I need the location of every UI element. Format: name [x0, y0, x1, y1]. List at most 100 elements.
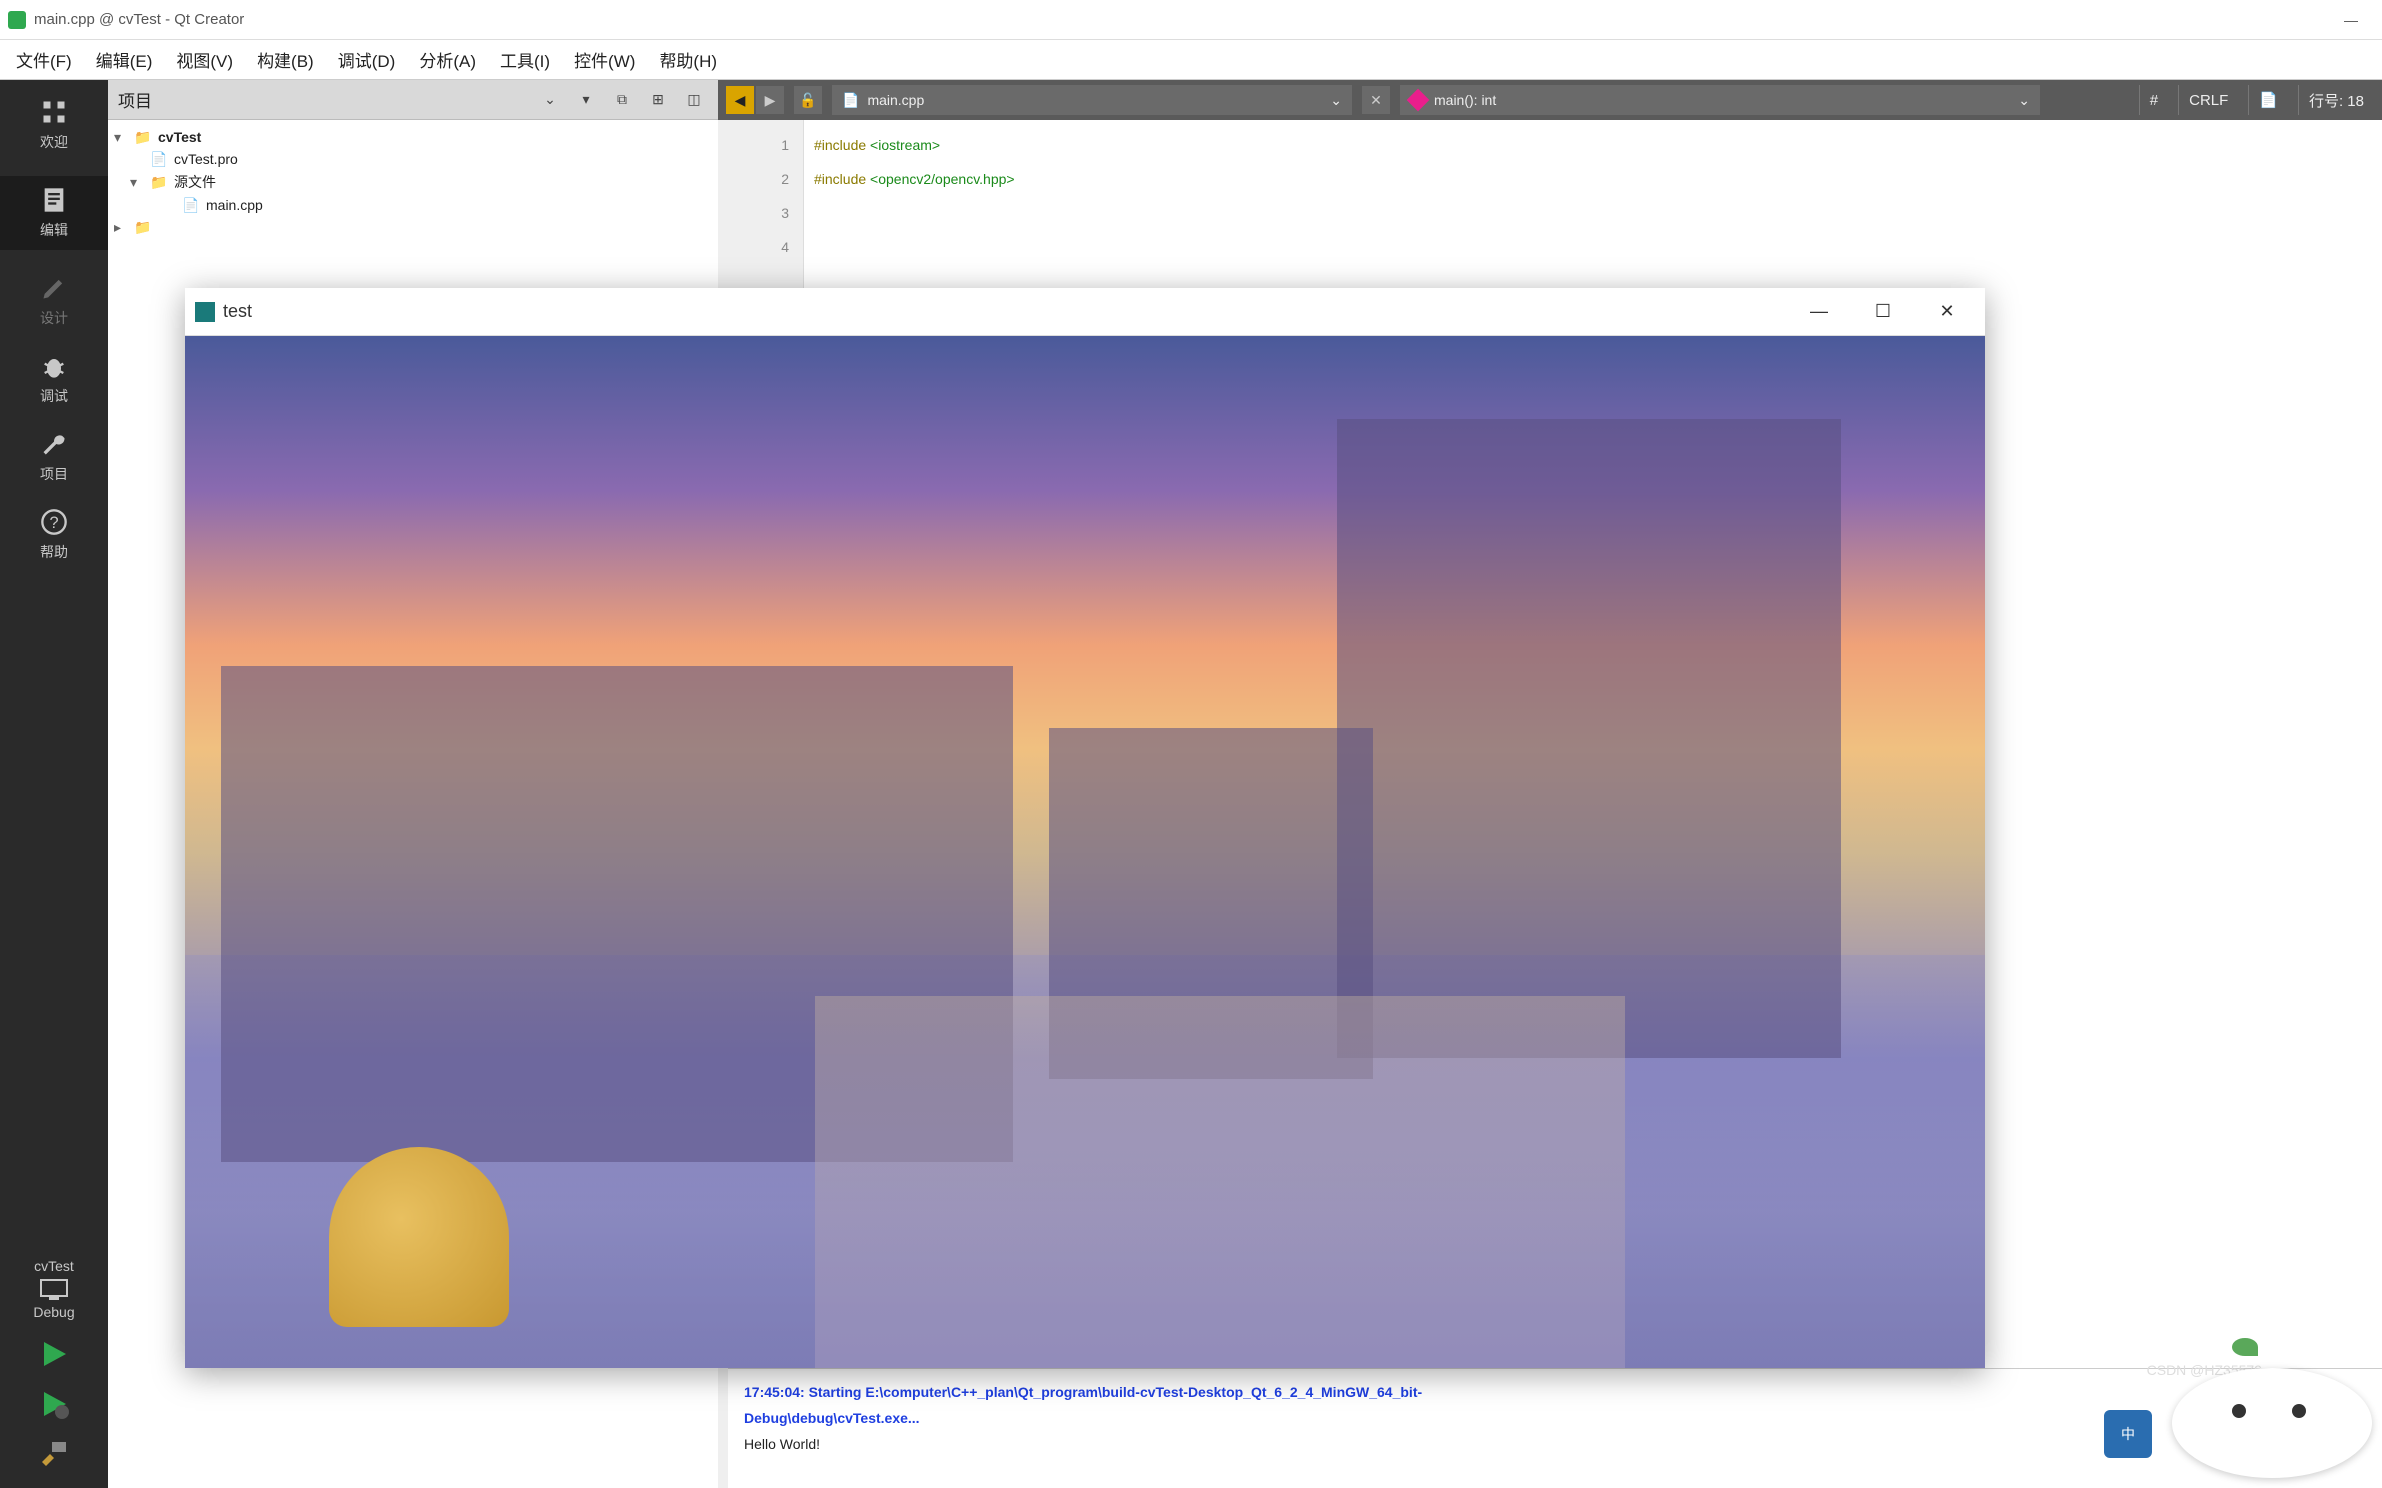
menu-debug[interactable]: 调试(D) [328, 43, 406, 76]
activity-project[interactable]: 项目 [40, 430, 68, 484]
menu-build[interactable]: 构建(B) [247, 43, 324, 76]
minimize-button[interactable]: — [1791, 294, 1847, 330]
code-include: <iostream> [870, 137, 940, 153]
bug-icon [40, 352, 68, 380]
maximize-button[interactable]: ☐ [1855, 294, 1911, 330]
menu-help[interactable]: 帮助(H) [649, 43, 727, 76]
play-icon [38, 1338, 70, 1370]
minimize-button[interactable]: — [2328, 5, 2374, 35]
file-selector[interactable]: 📄 main.cpp ⌄ [832, 85, 1352, 115]
output-line: 17:45:04: Starting E:\computer\C++_plan\… [744, 1379, 2366, 1405]
image-region [815, 996, 1625, 1368]
tree-pro-label: cvTest.pro [174, 151, 238, 167]
menu-analyze[interactable]: 分析(A) [409, 43, 486, 76]
tree-main-label: main.cpp [206, 197, 263, 213]
image-window-title: test [223, 301, 252, 322]
line-number: 3 [718, 196, 789, 230]
collapse-icon[interactable]: ▸ [114, 219, 128, 236]
editor-toolbar: ◀ ▶ 🔓 📄 main.cpp ⌄ ✕ main(): int ⌄ # CRL… [718, 80, 2382, 120]
code-keyword: #include [814, 137, 870, 153]
activity-editor[interactable]: 编辑 [0, 176, 108, 250]
expand-icon[interactable]: ▾ [130, 174, 144, 191]
leaf-icon [2232, 1338, 2258, 1356]
menu-file[interactable]: 文件(F) [6, 43, 82, 76]
chevron-down-icon: ⌄ [2018, 92, 2030, 109]
lock-icon[interactable]: 🔓 [794, 86, 822, 114]
image-region [1337, 419, 1841, 1059]
window-icon [195, 302, 215, 322]
monitor-icon [39, 1278, 69, 1300]
help-icon: ? [40, 508, 68, 536]
image-region [329, 1147, 509, 1327]
split-icon[interactable]: ◫ [680, 86, 708, 114]
cpp-file-icon: 📄 [842, 92, 859, 109]
nav-forward-button[interactable]: ▶ [756, 86, 784, 114]
code-keyword: #include [814, 171, 870, 187]
activity-welcome[interactable]: 欢迎 [40, 98, 68, 152]
mascot-eye [2292, 1404, 2306, 1418]
target-selector[interactable]: cvTest Debug [33, 1258, 74, 1320]
menu-edit[interactable]: 编辑(E) [86, 43, 163, 76]
debug-run-button[interactable] [38, 1388, 70, 1420]
project-panel-header: 项目 ⌄ ▾ ⧉ ⊞ ◫ [108, 80, 718, 120]
close-button[interactable]: ✕ [1919, 294, 1975, 330]
activity-help[interactable]: ? 帮助 [40, 508, 68, 562]
folder-icon: 📁 [150, 173, 168, 191]
activity-help-label: 帮助 [40, 542, 68, 562]
opencv-image-window: test — ☐ ✕ [185, 288, 1985, 1368]
activity-debug-label: 调试 [40, 386, 68, 406]
tree-main-cpp[interactable]: 📄 main.cpp [108, 194, 718, 216]
current-file-label: main.cpp [867, 92, 924, 108]
code-include: <opencv2/opencv.hpp> [870, 171, 1015, 187]
project-panel-title: 项目 [118, 87, 528, 112]
status-encoding[interactable]: 📄 [2248, 85, 2288, 115]
current-symbol-label: main(): int [1434, 92, 1496, 108]
menu-view[interactable]: 视图(V) [166, 43, 243, 76]
displayed-image [185, 336, 1985, 1368]
run-button[interactable] [38, 1338, 70, 1370]
titlebar: main.cpp @ cvTest - Qt Creator — [0, 0, 2382, 40]
tree-root[interactable]: ▾ 📁 cvTest [108, 126, 718, 148]
chevron-down-icon: ⌄ [1330, 92, 1342, 109]
nav-back-button[interactable]: ◀ [726, 86, 754, 114]
document-icon [40, 186, 68, 214]
build-button[interactable] [38, 1438, 70, 1470]
line-number: 1 [718, 128, 789, 162]
status-line-number[interactable]: 行号: 18 [2298, 85, 2374, 115]
mascot-overlay [2172, 1338, 2372, 1478]
close-file-button[interactable]: ✕ [1362, 86, 1390, 114]
tree-sources-label: 源文件 [174, 172, 216, 192]
pencil-icon [40, 274, 68, 302]
window-title: main.cpp @ cvTest - Qt Creator [34, 11, 244, 28]
menu-widgets[interactable]: 控件(W) [564, 43, 645, 76]
activity-design-label: 设计 [40, 308, 68, 328]
activity-debug[interactable]: 调试 [40, 352, 68, 406]
activity-project-label: 项目 [40, 464, 68, 484]
hammer-icon [38, 1438, 70, 1470]
chevron-down-icon[interactable]: ⌄ [536, 86, 564, 114]
symbol-icon [1407, 89, 1430, 112]
play-bug-icon [38, 1388, 70, 1420]
add-icon[interactable]: ⊞ [644, 86, 672, 114]
status-line-ending[interactable]: CRLF [2178, 85, 2238, 115]
symbol-selector[interactable]: main(): int ⌄ [1400, 85, 2040, 115]
wrench-icon [40, 430, 68, 458]
cpp-file-icon: 📄 [182, 196, 200, 214]
mascot-body [2172, 1368, 2372, 1478]
image-window-titlebar[interactable]: test — ☐ ✕ [185, 288, 1985, 336]
activity-bar: 欢迎 编辑 设计 调试 项目 ? 帮助 cvTest Debug [0, 80, 108, 1488]
menu-tools[interactable]: 工具(I) [490, 43, 560, 76]
tree-sources-group[interactable]: ▾ 📁 源文件 [108, 170, 718, 194]
tree-collapsed-item[interactable]: ▸ 📁 [108, 216, 718, 238]
activity-design[interactable]: 设计 [40, 274, 68, 328]
target-project: cvTest [34, 1258, 74, 1274]
status-hash[interactable]: # [2139, 85, 2168, 115]
filter-icon[interactable]: ▾ [572, 86, 600, 114]
tree-pro-file[interactable]: 📄 cvTest.pro [108, 148, 718, 170]
qt-file-icon: 📄 [150, 150, 168, 168]
link-icon[interactable]: ⧉ [608, 86, 636, 114]
target-config: Debug [33, 1304, 74, 1320]
ime-indicator[interactable]: 中 [2104, 1410, 2152, 1458]
activity-welcome-label: 欢迎 [40, 132, 68, 152]
expand-icon[interactable]: ▾ [114, 129, 128, 146]
